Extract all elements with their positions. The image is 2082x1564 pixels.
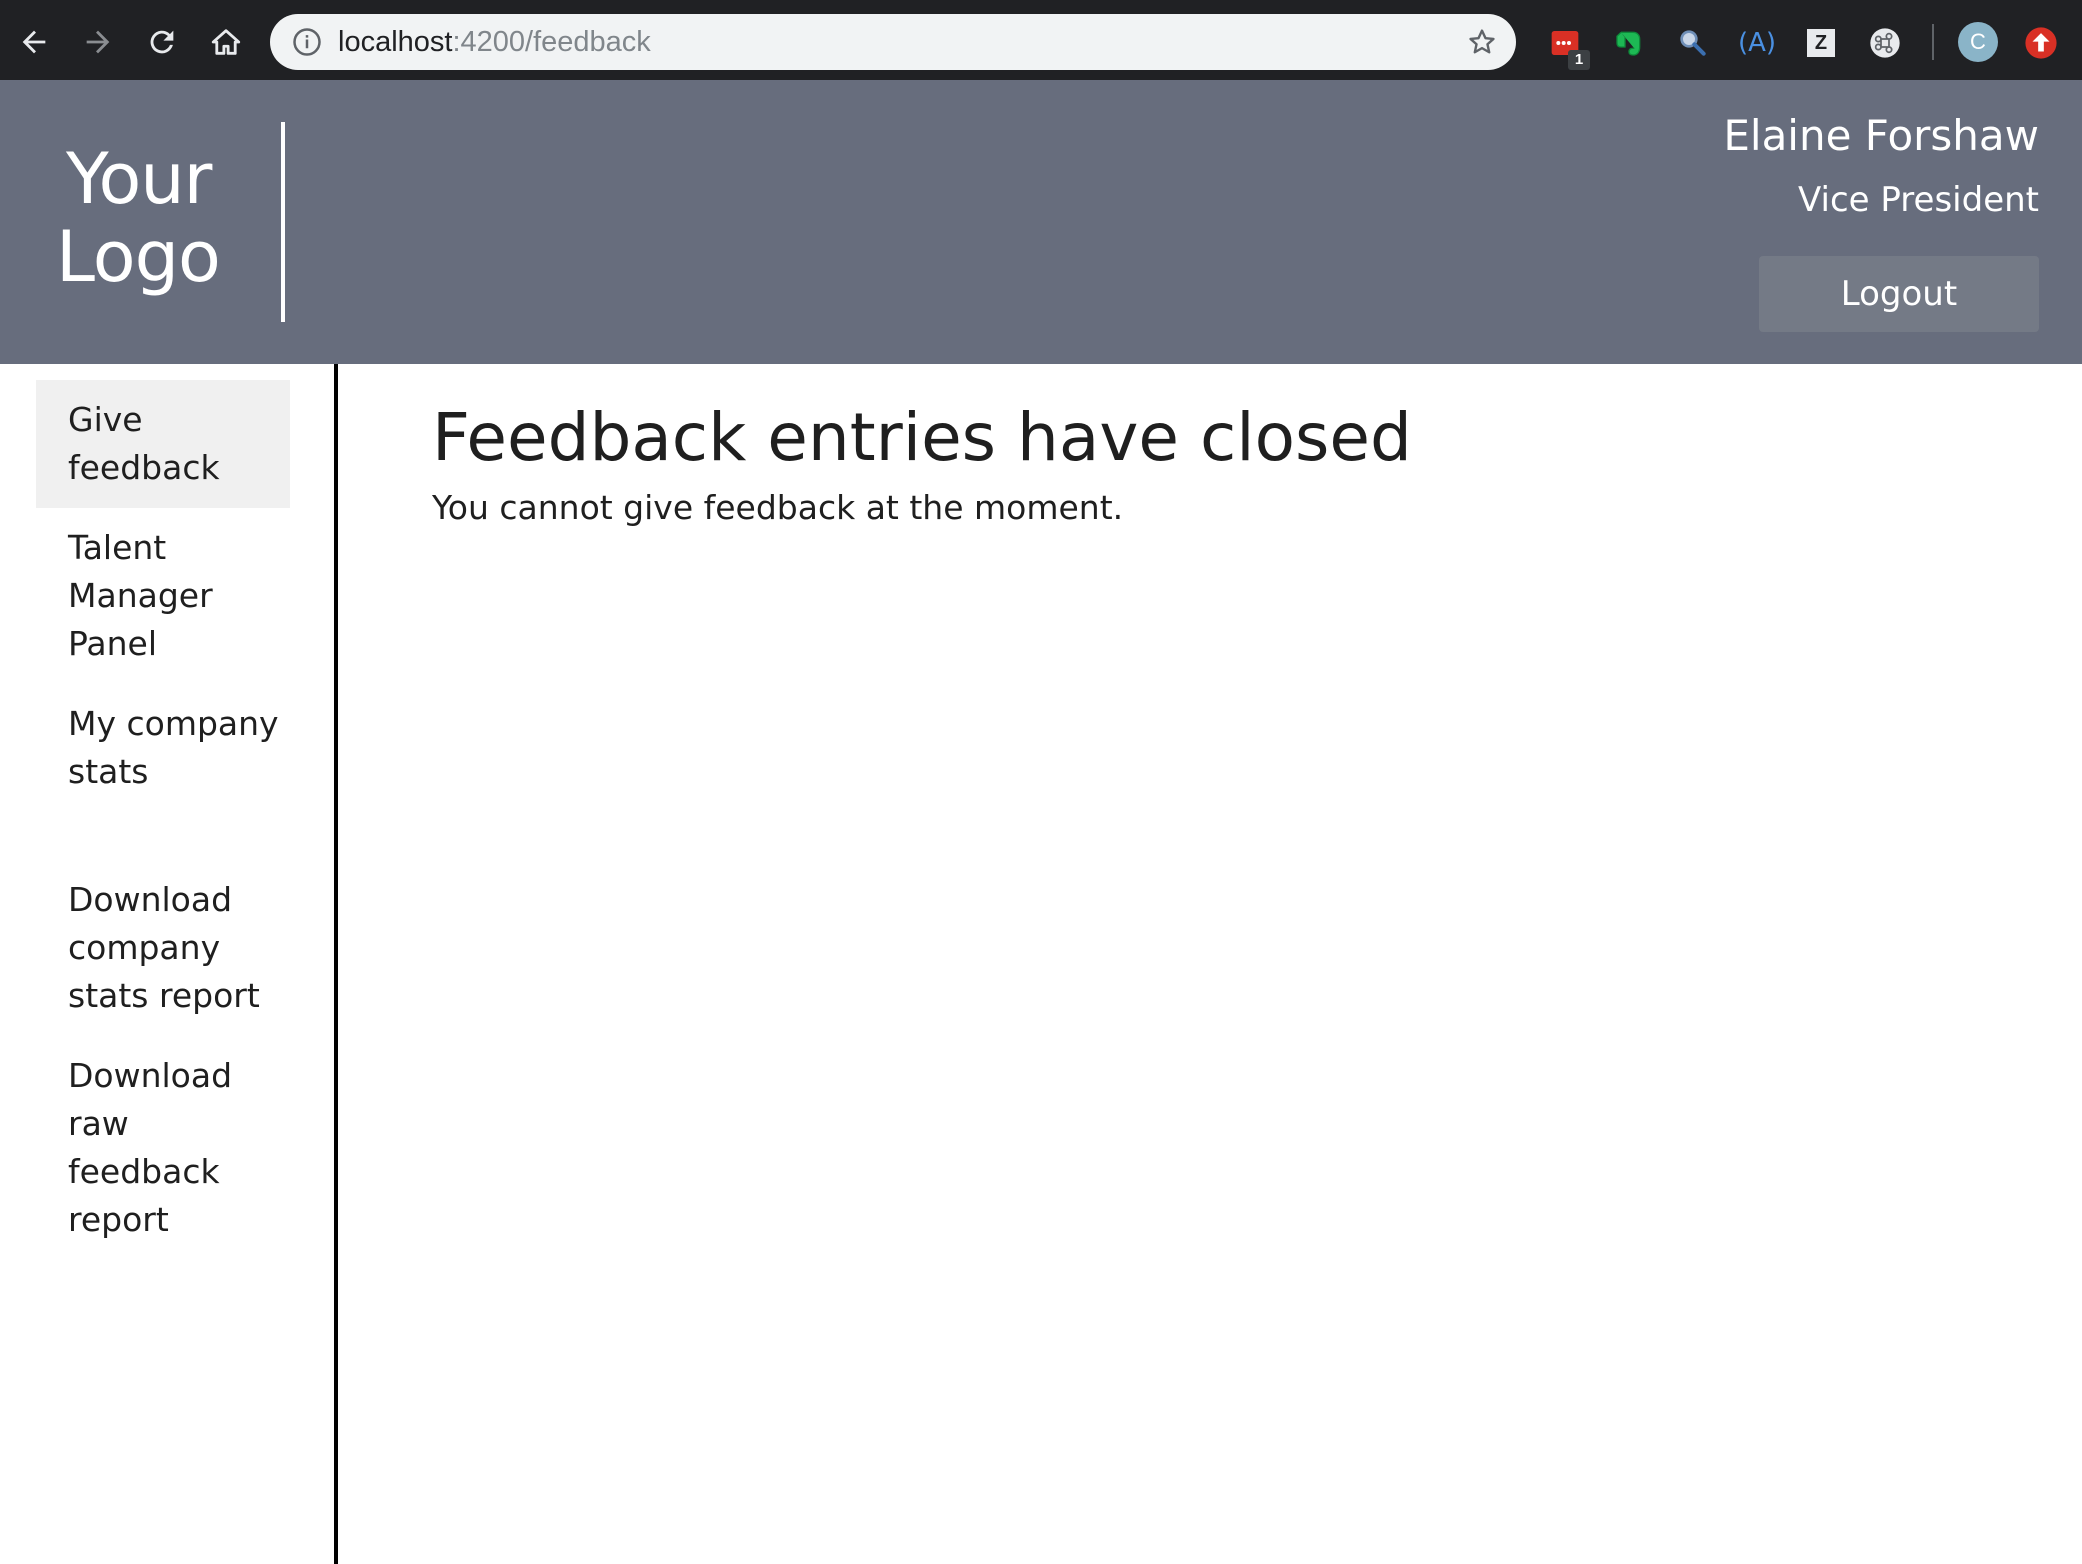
- url-path: :4200/feedback: [452, 26, 651, 58]
- user-role: Vice President: [1798, 180, 2039, 220]
- extension-text-icon[interactable]: (A): [1738, 26, 1776, 60]
- logo-line-2: Logo: [56, 216, 221, 298]
- address-bar[interactable]: localhost:4200/feedback: [270, 14, 1516, 70]
- status-message: You cannot give feedback at the moment.: [432, 488, 1124, 527]
- evernote-elephant-icon[interactable]: [1612, 26, 1646, 60]
- sidebar-nav: Give feedback Talent Manager Panel My co…: [0, 364, 338, 1564]
- logout-button[interactable]: Logout: [1759, 256, 2039, 332]
- reload-icon[interactable]: [140, 20, 184, 64]
- extension-calendar-icon[interactable]: 1: [1548, 26, 1590, 70]
- update-arrow-icon[interactable]: [2024, 26, 2058, 60]
- sidebar-item-download-raw-feedback-report[interactable]: Download raw feedback report: [36, 1036, 290, 1260]
- bookmark-star-icon[interactable]: [1466, 26, 1498, 58]
- url-text[interactable]: localhost:4200/feedback: [338, 27, 651, 57]
- app-header: Your Logo Elaine Forshaw Vice President …: [0, 80, 2082, 364]
- user-name: Elaine Forshaw: [1723, 111, 2039, 160]
- extension-z-label: Z: [1807, 29, 1835, 57]
- command-key-icon[interactable]: [1868, 26, 1902, 60]
- sidebar-item-my-company-stats[interactable]: My company stats: [36, 684, 290, 812]
- back-arrow-icon[interactable]: [12, 20, 56, 64]
- extension-z-icon[interactable]: Z: [1804, 26, 1838, 60]
- sidebar-item-talent-manager-panel[interactable]: Talent Manager Panel: [36, 508, 290, 684]
- site-info-icon[interactable]: [292, 27, 322, 57]
- search-magnifier-icon[interactable]: [1676, 26, 1710, 60]
- home-icon[interactable]: [204, 20, 248, 64]
- logo-divider: [281, 122, 285, 322]
- page-title: Feedback entries have closed: [432, 399, 1412, 476]
- browser-toolbar: localhost:4200/feedback 1 (A) Z C: [0, 0, 2082, 80]
- logo[interactable]: Your Logo: [56, 140, 236, 296]
- sidebar-item-download-company-stats-report[interactable]: Download company stats report: [36, 860, 290, 1036]
- sidebar-item-give-feedback[interactable]: Give feedback: [36, 380, 290, 508]
- profile-avatar[interactable]: C: [1958, 22, 1998, 62]
- forward-arrow-icon[interactable]: [76, 20, 120, 64]
- url-host: localhost: [338, 26, 453, 58]
- logo-line-1: Your: [66, 138, 212, 220]
- extension-badge: 1: [1568, 50, 1590, 70]
- toolbar-divider: [1932, 24, 1934, 60]
